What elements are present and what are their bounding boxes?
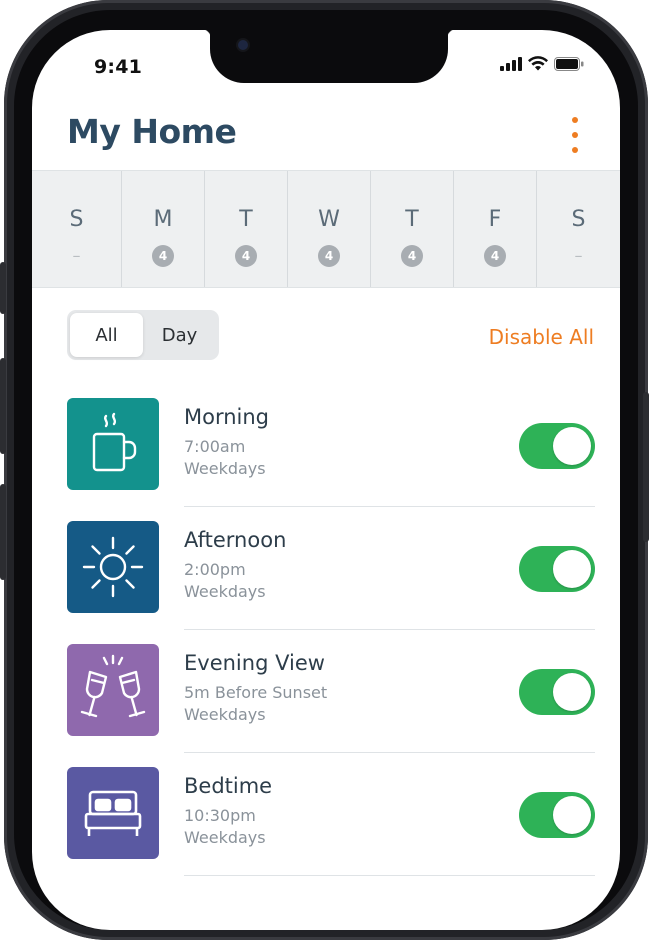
day-column-sunday[interactable]: S – [32,171,122,287]
toggle-knob [553,550,591,588]
row-divider [184,506,595,507]
day-letter: F [488,207,502,232]
battery-icon [554,56,584,71]
day-column-thursday[interactable]: T 4 [371,171,454,287]
schedule-title: Morning [184,405,270,429]
kebab-dot [572,132,578,138]
day-count-badge: 4 [484,245,506,267]
filter-segmented-control: All Day [67,310,219,360]
schedule-toggle[interactable] [519,669,595,715]
schedule-row-morning[interactable]: Morning 7:00am Weekdays [67,398,595,521]
row-divider [184,875,595,876]
week-strip: S – M 4 T 4 W 4 T 4 F 4 S – [32,170,620,288]
kebab-dot [572,117,578,123]
schedule-time: 10:30pm [184,806,256,825]
sun-icon [82,536,144,598]
coffee-mug-icon [92,412,137,472]
schedule-row-bedtime[interactable]: Bedtime 10:30pm Weekdays [67,767,595,890]
toasting-glasses-icon [80,654,146,718]
day-letter: T [239,207,253,232]
day-column-tuesday[interactable]: T 4 [205,171,288,287]
notch [200,30,458,83]
day-letter: S [69,207,84,232]
schedule-icon-tile [67,398,159,490]
wifi-icon [528,56,548,71]
schedule-text: Evening View 5m Before Sunset Weekdays [184,650,327,726]
day-empty-dash: – [574,246,583,265]
toggle-knob [553,796,591,834]
schedule-list: Morning 7:00am Weekdays Afternoon 2:00pm… [67,398,595,890]
power-button [643,392,649,542]
filter-all-button[interactable]: All [70,313,143,357]
schedule-toggle[interactable] [519,792,595,838]
page-title: My Home [67,112,237,151]
schedule-text: Bedtime 10:30pm Weekdays [184,773,272,849]
day-count-badge: 4 [235,245,257,267]
day-column-wednesday[interactable]: W 4 [288,171,371,287]
schedule-toggle[interactable] [519,546,595,592]
volume-up-button [0,358,6,454]
kebab-dot [572,147,578,153]
row-divider [184,629,595,630]
screen: 9:41 My Home S – M 4 T 4 W 4 T 4 F 4 S –… [32,30,620,930]
toggle-knob [553,427,591,465]
schedule-toggle[interactable] [519,423,595,469]
schedule-row-afternoon[interactable]: Afternoon 2:00pm Weekdays [67,521,595,644]
day-letter: S [571,207,586,232]
volume-down-button [0,484,6,580]
day-empty-dash: – [72,246,81,265]
phone-frame: 9:41 My Home S – M 4 T 4 W 4 T 4 F 4 S –… [4,0,648,940]
schedule-time: 7:00am [184,437,246,456]
status-time: 9:41 [94,56,143,78]
day-letter: W [318,207,340,232]
schedule-days: Weekdays [184,828,266,847]
schedule-days: Weekdays [184,705,266,724]
day-letter: T [405,207,419,232]
schedule-time: 5m Before Sunset [184,683,328,702]
bed-icon [84,790,142,836]
row-divider [184,752,595,753]
schedule-text: Morning 7:00am Weekdays [184,404,269,480]
day-column-monday[interactable]: M 4 [122,171,205,287]
day-count-badge: 4 [152,245,174,267]
day-count-badge: 4 [318,245,340,267]
schedule-title: Evening View [184,651,325,675]
toggle-knob [553,673,591,711]
schedule-icon-tile [67,767,159,859]
schedule-icon-tile [67,644,159,736]
mute-switch [0,262,6,314]
schedule-row-evening-view[interactable]: Evening View 5m Before Sunset Weekdays [67,644,595,767]
day-count-badge: 4 [401,245,423,267]
schedule-days: Weekdays [184,582,266,601]
cellular-signal-icon [500,56,522,71]
schedule-icon-tile [67,521,159,613]
schedule-text: Afternoon 2:00pm Weekdays [184,527,286,603]
day-column-friday[interactable]: F 4 [454,171,537,287]
schedule-days: Weekdays [184,459,266,478]
disable-all-button[interactable]: Disable All [489,325,594,349]
schedule-time: 2:00pm [184,560,246,579]
kebab-menu-icon[interactable] [569,117,581,153]
front-camera [238,40,248,50]
day-letter: M [153,207,173,232]
day-column-saturday[interactable]: S – [537,171,620,287]
schedule-title: Bedtime [184,774,273,798]
status-icons [500,56,584,71]
schedule-title: Afternoon [184,528,287,552]
filter-day-button[interactable]: Day [143,313,216,357]
